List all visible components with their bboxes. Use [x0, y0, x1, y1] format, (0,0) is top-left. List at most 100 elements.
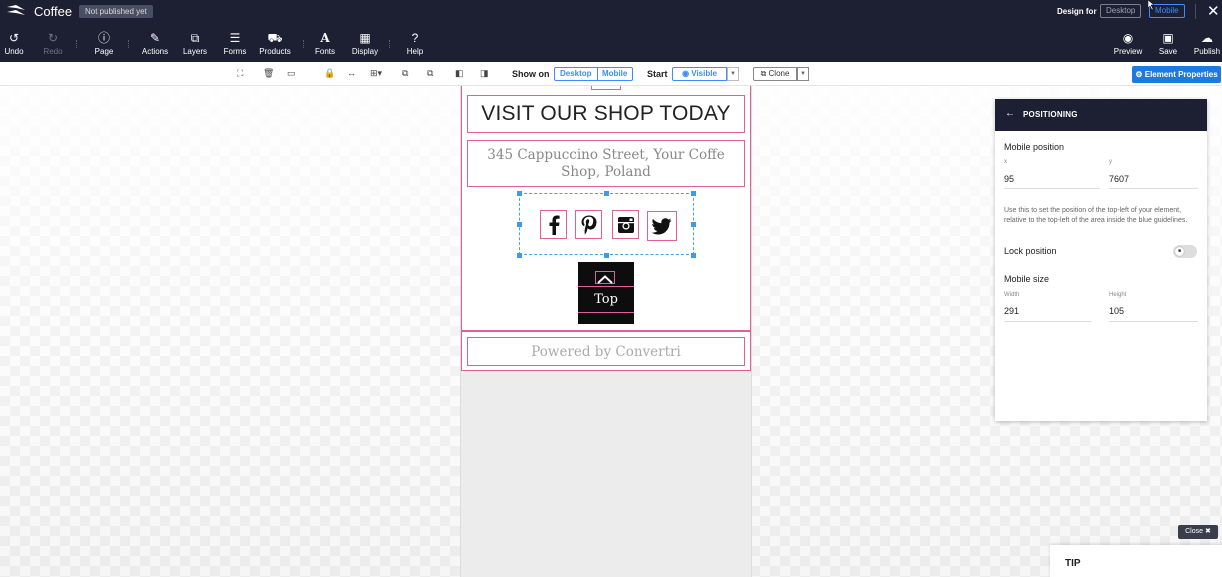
back-to-top-button[interactable]: Top — [578, 262, 634, 324]
clone-button[interactable]: ⧉ Clone — [753, 67, 797, 81]
powered-by-text[interactable]: Powered by Convertri — [467, 337, 745, 366]
divider — [389, 40, 391, 48]
tip-title: TIP — [1065, 558, 1081, 569]
redo-button[interactable]: ↻ Redo — [42, 30, 64, 60]
products-button[interactable]: ⛟ Products — [257, 30, 293, 60]
chevron-down-icon[interactable]: ▼ — [727, 67, 739, 81]
design-desktop-button[interactable]: Desktop — [1100, 4, 1142, 18]
resize-handle[interactable] — [517, 222, 522, 227]
publish-status-badge: Not published yet — [79, 5, 153, 18]
element-toolbar: ⛶ 🗑 ▭ 🔒 ↔ ⊞▾ ⧉ ⧉ ◧ ◨ Show on Desktop Mob… — [0, 62, 1222, 86]
mobile-size-label: Mobile size — [1004, 274, 1050, 284]
gear-icon: ⚙ — [1135, 70, 1145, 79]
help-icon: ? — [411, 31, 419, 45]
section-handle[interactable] — [591, 86, 621, 90]
lock-icon[interactable]: 🔒 — [324, 68, 335, 79]
align-bottom-icon[interactable]: ▭ — [287, 68, 296, 79]
resize-handle[interactable] — [604, 191, 609, 196]
undo-button[interactable]: ↺ Undo — [3, 30, 25, 60]
divider — [128, 40, 130, 48]
y-position-input[interactable]: 7607 — [1109, 174, 1129, 184]
resize-handle[interactable] — [691, 253, 696, 258]
save-button[interactable]: ▣ Save — [1156, 30, 1180, 60]
start-label: Start — [647, 69, 668, 79]
preview-button[interactable]: ◉ Preview — [1113, 30, 1143, 60]
trash-icon[interactable]: 🗑 — [263, 68, 274, 79]
eye-icon: ◉ — [682, 69, 692, 78]
resize-handle[interactable] — [517, 191, 522, 196]
resize-handle[interactable] — [604, 253, 609, 258]
width-input[interactable]: 291 — [1004, 306, 1019, 316]
layers-icon: ⧉ — [190, 31, 200, 45]
x-position-input[interactable]: 95 — [1004, 174, 1014, 184]
panel-header: ← POSITIONING — [995, 99, 1207, 131]
floppy-disk-icon: ▣ — [1162, 31, 1174, 45]
bring-forward-icon[interactable]: ⧉ — [402, 68, 408, 79]
close-icon: ✖ — [1204, 528, 1211, 535]
align-dropdown-icon[interactable]: ⊞▾ — [370, 68, 382, 79]
fonts-button[interactable]: A Fonts — [313, 30, 337, 60]
start-visible-select[interactable]: ◉ Visible — [672, 67, 727, 81]
facebook-icon[interactable] — [540, 210, 567, 239]
element-properties-button[interactable]: ⚙ Element Properties — [1132, 66, 1221, 83]
unlink-icon[interactable]: ⛶ — [237, 68, 243, 79]
resize-handle[interactable] — [517, 253, 522, 258]
redo-icon: ↻ — [47, 31, 59, 45]
send-to-back-icon[interactable]: ◨ — [480, 68, 489, 79]
top-bar: Coffee Not published yet Design for Desk… — [0, 0, 1222, 62]
width-label: Width — [1004, 292, 1020, 298]
editor-canvas[interactable]: VISIT OUR SHOP TODAY 345 Cappuccino Stre… — [0, 86, 1222, 577]
convertri-logo-icon[interactable] — [6, 4, 26, 18]
close-tip-button[interactable]: Close ✖ — [1178, 525, 1218, 539]
show-on-label: Show on — [512, 69, 550, 79]
y-label: y — [1109, 159, 1112, 165]
info-icon: ⓘ — [97, 31, 110, 45]
height-input[interactable]: 105 — [1109, 306, 1124, 316]
divider — [76, 40, 78, 48]
page-button[interactable]: ⓘ Page — [93, 30, 115, 60]
mouse-cursor-icon — [1148, 0, 1155, 10]
layers-button[interactable]: ⧉ Layers — [182, 30, 208, 60]
copy-icon: ⧉ — [760, 69, 769, 78]
resize-handle[interactable] — [691, 191, 696, 196]
chevron-down-icon[interactable]: ▼ — [797, 67, 809, 81]
back-arrow-icon[interactable]: ← — [1005, 108, 1015, 119]
position-help-text: Use this to set the position of the top-… — [1004, 207, 1188, 224]
shop-address[interactable]: 345 Cappuccino Street, Your Coffe Shop, … — [467, 140, 745, 187]
lock-position-label: Lock position — [1004, 246, 1057, 256]
actions-button[interactable]: ✎ Actions — [140, 30, 170, 60]
close-editor-button[interactable]: ✕ — [1207, 2, 1220, 20]
display-button[interactable]: ▦ Display — [350, 30, 380, 60]
show-on-mobile-toggle[interactable]: Mobile — [597, 67, 634, 81]
cart-icon: ⛟ — [267, 31, 283, 45]
lock-icon: ■ — [1175, 247, 1184, 256]
twitter-icon[interactable] — [647, 211, 677, 241]
font-icon: A — [320, 31, 330, 45]
pinterest-icon[interactable] — [575, 210, 602, 239]
back-to-top-label: Top — [578, 286, 634, 313]
help-button[interactable]: ? Help — [404, 30, 426, 60]
undo-icon: ↺ — [8, 31, 20, 45]
chevron-up-icon — [595, 271, 615, 284]
divider — [1195, 4, 1196, 19]
panel-title: POSITIONING — [1023, 110, 1078, 119]
send-backward-icon[interactable]: ⧉ — [427, 68, 433, 79]
forms-icon: ☰ — [229, 31, 241, 45]
resize-handle[interactable] — [691, 222, 696, 227]
magic-wand-icon: ✎ — [149, 31, 161, 45]
instagram-icon[interactable] — [612, 210, 639, 239]
shop-heading[interactable]: VISIT OUR SHOP TODAY — [467, 95, 745, 133]
publish-button[interactable]: ☁ Publish — [1193, 30, 1221, 60]
x-label: x — [1004, 159, 1007, 165]
eye-icon: ◉ — [1122, 31, 1134, 45]
divider — [303, 40, 305, 48]
page-title: Coffee — [34, 4, 73, 19]
lock-position-toggle[interactable]: ■ — [1173, 245, 1197, 258]
design-for-label: Design for — [1057, 7, 1097, 16]
show-on-desktop-toggle[interactable]: Desktop — [554, 67, 598, 81]
bring-to-front-icon[interactable]: ◧ — [455, 68, 464, 79]
stretch-width-icon[interactable]: ↔ — [347, 68, 356, 78]
mobile-position-label: Mobile position — [1004, 142, 1065, 152]
forms-button[interactable]: ☰ Forms — [222, 30, 248, 60]
grid-icon: ▦ — [359, 31, 371, 45]
